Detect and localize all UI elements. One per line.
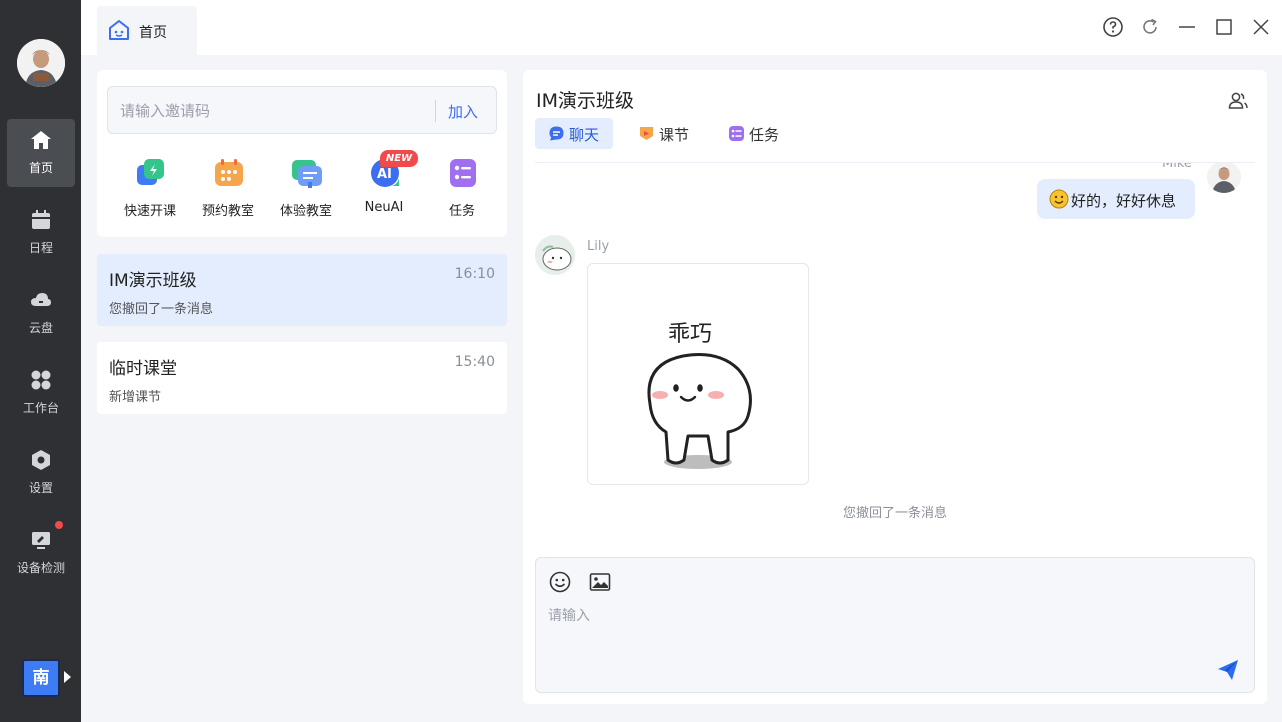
help-button[interactable] bbox=[1101, 15, 1125, 39]
message-composer bbox=[535, 557, 1255, 693]
calendar-icon bbox=[32, 210, 50, 229]
tab-lessons[interactable]: 课节 bbox=[625, 118, 703, 149]
nav-label: 云盘 bbox=[28, 321, 53, 335]
help-icon bbox=[1103, 17, 1123, 37]
avatar[interactable] bbox=[535, 235, 575, 275]
nav-item-device-check[interactable]: 设备检测 bbox=[7, 519, 75, 587]
conversation-item[interactable]: 临时课堂 15:40 新增课节 bbox=[97, 342, 507, 414]
expand-arrow-icon[interactable] bbox=[64, 671, 71, 683]
maximize-icon bbox=[1216, 19, 1232, 35]
quick-action-quick-class[interactable]: 快速开课 bbox=[115, 156, 185, 226]
grid-icon bbox=[31, 370, 51, 390]
close-button[interactable] bbox=[1249, 15, 1273, 39]
lesson-icon bbox=[640, 127, 653, 140]
refresh-icon bbox=[1143, 18, 1157, 34]
sticker-image bbox=[647, 353, 752, 469]
maximize-button[interactable] bbox=[1212, 15, 1236, 39]
message-text: 好的，好好休息 bbox=[1071, 192, 1177, 210]
tab-label: 任务 bbox=[749, 126, 780, 144]
tab-label: 聊天 bbox=[569, 126, 600, 144]
message-bubble-outgoing[interactable]: 好的，好好休息 bbox=[1037, 179, 1195, 219]
monitor-icon bbox=[32, 532, 50, 549]
nav-item-workbench[interactable]: 工作台 bbox=[7, 359, 75, 427]
nav-item-settings[interactable]: 设置 bbox=[7, 439, 75, 507]
gear-icon bbox=[32, 450, 50, 470]
svg-text:AI: AI bbox=[377, 167, 392, 182]
conversation-time: 16:10 bbox=[454, 266, 495, 282]
minimize-button[interactable] bbox=[1175, 15, 1199, 39]
trial-room-icon bbox=[292, 160, 322, 188]
chat-title: IM演示班级 bbox=[536, 90, 634, 112]
quick-action-label: 任务 bbox=[448, 204, 475, 219]
notification-dot bbox=[55, 521, 63, 529]
conversation-preview: 新增课节 bbox=[109, 390, 162, 405]
minimize-icon bbox=[1179, 26, 1195, 28]
top-bar: 首页 bbox=[81, 0, 1282, 55]
nav-item-home[interactable]: 首页 bbox=[7, 119, 75, 187]
sticker-message[interactable]: 乖巧 bbox=[587, 263, 809, 485]
chat-panel: IM演示班级 聊天 课节 任务 Mike 好的，好好休息 Lily 乖巧 您撤回… bbox=[523, 70, 1267, 704]
send-icon bbox=[1218, 660, 1238, 680]
send-button[interactable] bbox=[1216, 658, 1240, 682]
message-list[interactable]: Mike 好的，好好休息 Lily 乖巧 您撤回了一条消息 bbox=[523, 163, 1267, 543]
quick-action-label: 预约教室 bbox=[201, 204, 254, 219]
quick-class-icon bbox=[137, 159, 164, 185]
invite-code-input[interactable] bbox=[120, 99, 420, 123]
quick-action-reserve-room[interactable]: 预约教室 bbox=[193, 156, 263, 226]
close-icon bbox=[1253, 19, 1269, 35]
tab-label: 课节 bbox=[659, 126, 690, 144]
nav-item-schedule[interactable]: 日程 bbox=[7, 199, 75, 267]
divider bbox=[435, 100, 436, 122]
tab-chat[interactable]: 聊天 bbox=[535, 118, 613, 149]
tab-home-label: 首页 bbox=[139, 25, 167, 41]
nav-item-cloud[interactable]: 云盘 bbox=[7, 279, 75, 347]
members-icon bbox=[1228, 92, 1248, 109]
join-button[interactable]: 加入 bbox=[448, 101, 478, 122]
conversation-item[interactable]: IM演示班级 16:10 您撤回了一条消息 bbox=[97, 254, 507, 326]
user-avatar[interactable] bbox=[17, 39, 65, 87]
image-button[interactable] bbox=[588, 570, 612, 594]
task-icon bbox=[729, 126, 744, 141]
new-badge: NEW bbox=[380, 150, 418, 167]
smile-emoji-icon bbox=[1049, 189, 1069, 209]
nav-label: 日程 bbox=[28, 241, 53, 255]
emoji-icon bbox=[549, 571, 571, 593]
tab-home[interactable]: 首页 bbox=[97, 6, 197, 55]
home-tab-icon bbox=[109, 20, 129, 40]
image-icon bbox=[589, 573, 611, 591]
nav-label: 设备检测 bbox=[16, 561, 65, 575]
conversation-name: IM演示班级 bbox=[109, 271, 197, 291]
avatar[interactable] bbox=[1207, 163, 1241, 193]
join-card: 加入 快速开课 预约教室 体验教室 AI NeuAI NEW 任务 bbox=[97, 70, 507, 237]
emoji-button[interactable] bbox=[548, 570, 572, 594]
message-input[interactable] bbox=[548, 604, 1188, 628]
ime-indicator[interactable]: 南 bbox=[22, 659, 60, 697]
quick-action-label: 快速开课 bbox=[123, 204, 176, 219]
tab-tasks[interactable]: 任务 bbox=[715, 118, 793, 149]
quick-action-label: 体验教室 bbox=[279, 204, 332, 219]
message-sender-name: Lily bbox=[587, 239, 610, 254]
quick-action-label: NeuAI bbox=[364, 200, 404, 215]
conversation-preview: 您撤回了一条消息 bbox=[109, 302, 214, 317]
conversation-time: 15:40 bbox=[454, 354, 495, 370]
cloud-icon bbox=[31, 293, 51, 306]
nav-label: 工作台 bbox=[22, 401, 59, 415]
chat-icon bbox=[549, 126, 564, 141]
invite-code-box: 加入 bbox=[107, 86, 497, 134]
members-button[interactable] bbox=[1226, 89, 1250, 113]
system-notice: 您撤回了一条消息 bbox=[842, 506, 947, 521]
message-sender-name: Mike bbox=[1162, 163, 1192, 171]
nav-label: 设置 bbox=[28, 481, 53, 495]
reserve-room-icon bbox=[215, 159, 243, 186]
home-icon bbox=[31, 131, 51, 149]
quick-action-task[interactable]: 任务 bbox=[427, 156, 497, 226]
quick-action-trial-room[interactable]: 体验教室 bbox=[271, 156, 341, 226]
left-nav: 首页 日程 云盘 工作台 设置 设备检测 南 bbox=[0, 0, 81, 722]
conversation-name: 临时课堂 bbox=[109, 359, 177, 379]
task-icon bbox=[450, 159, 476, 187]
refresh-button[interactable] bbox=[1138, 15, 1162, 39]
nav-label: 首页 bbox=[28, 161, 53, 175]
